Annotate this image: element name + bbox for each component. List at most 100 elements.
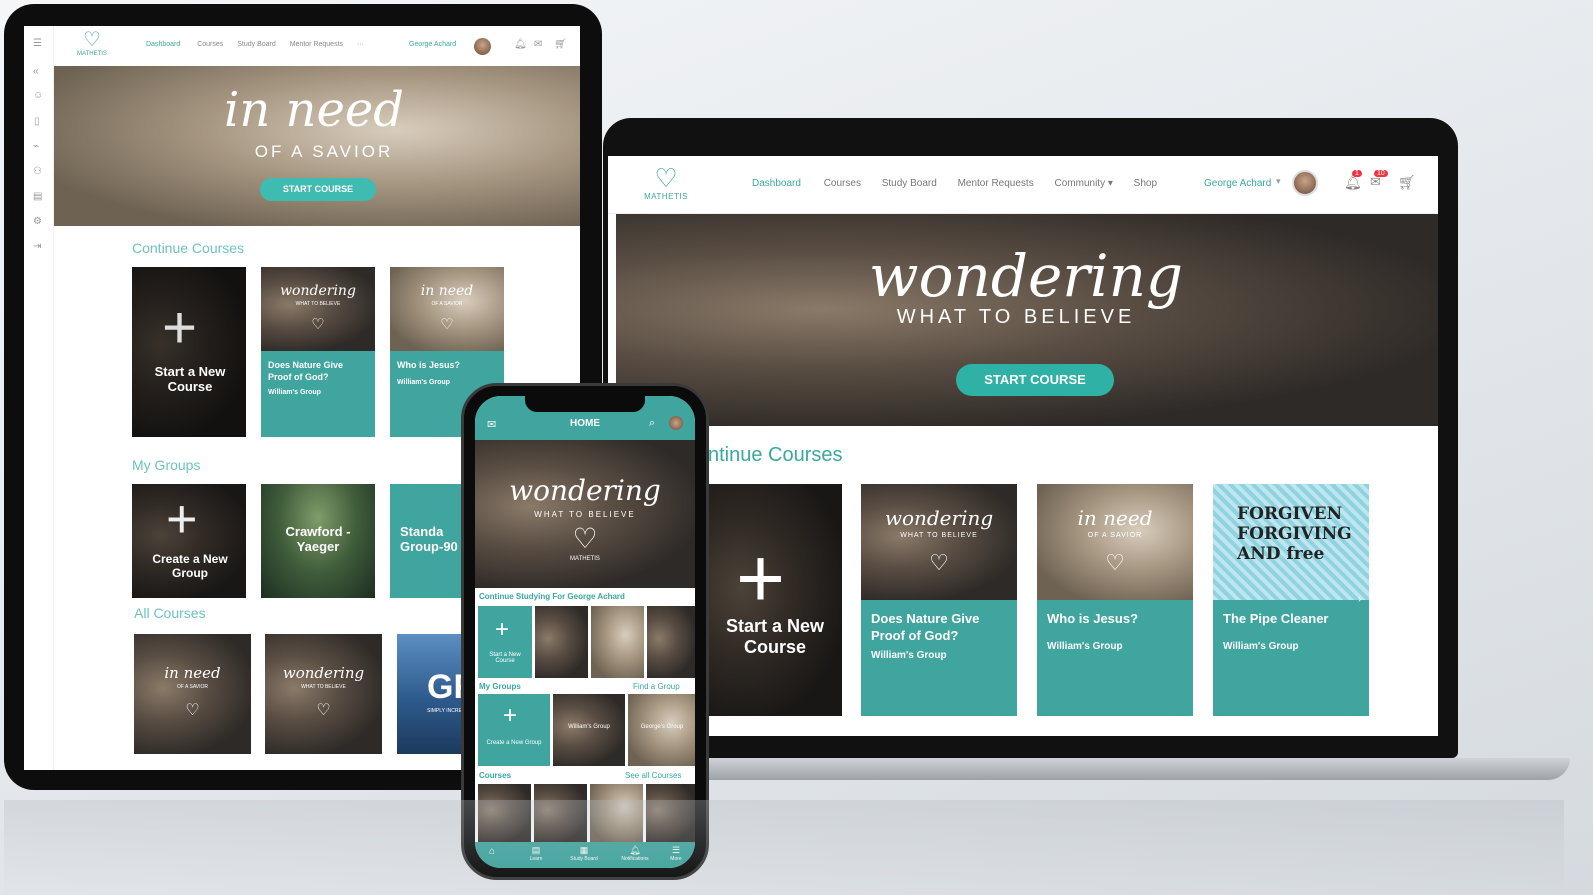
message-icon[interactable]: ✉ <box>534 39 542 50</box>
link-icon[interactable]: ⌁ <box>33 141 39 152</box>
nav-mentor-requests[interactable]: Mentor Requests <box>290 41 343 48</box>
menu-icon[interactable]: ☰ <box>33 38 42 49</box>
course-thumbnail[interactable]: in need OF A SAVIOR ♡ <box>134 634 251 754</box>
cart-icon[interactable]: 🛒︎ <box>554 39 567 50</box>
mathetis-logo[interactable]: ♡ MATHETIS <box>642 164 690 201</box>
course-thumbnail: FORGIVEN FORGIVING AND free <box>1213 484 1369 600</box>
start-course-button[interactable]: START COURSE <box>956 364 1114 396</box>
plus-icon: + <box>166 489 198 549</box>
course-card[interactable]: FORGIVEN FORGIVING AND free The Pipe Cle… <box>1213 484 1369 716</box>
nav-community[interactable]: Community ▾ <box>1055 178 1113 189</box>
book-icon[interactable]: ▤ <box>33 191 42 202</box>
bell-icon[interactable]: 🔔︎ <box>514 39 527 50</box>
course-thumbnail[interactable]: wondering WHAT TO BELIEVE ♡ <box>265 634 382 754</box>
nav-courses[interactable]: Courses <box>197 41 223 48</box>
nav-dashboard[interactable]: Dashboard <box>752 178 801 189</box>
find-group-link[interactable]: Find a Group <box>633 682 680 691</box>
book-icon: ▤ <box>531 845 541 855</box>
see-all-courses-link[interactable]: See all Courses <box>625 771 681 780</box>
hero-banner: wondering WHAT TO BELIEVE START COURSE <box>616 214 1438 426</box>
course-title: Who is Jesus? <box>1047 611 1139 626</box>
nav-dashboard[interactable]: Dashboard <box>146 41 180 48</box>
course-title: Does Nature Give Proof of God? <box>871 611 980 643</box>
cart-icon[interactable]: 🛒︎ <box>1398 174 1416 191</box>
mathetis-logo[interactable]: ♡ MATHETIS <box>72 29 112 57</box>
continue-courses-title: Continue Courses <box>132 240 245 256</box>
laptop-base <box>640 758 1570 780</box>
nav-study-board[interactable]: Study Board <box>882 178 937 189</box>
notch <box>525 396 645 412</box>
course-title: The Pipe Cleaner <box>1223 611 1329 626</box>
bookmark-icon[interactable]: ▯ <box>34 116 40 127</box>
avatar[interactable] <box>474 38 491 55</box>
heart-logo-icon: ♡ <box>83 29 101 51</box>
course-thumbnail[interactable] <box>535 606 588 678</box>
group-icon[interactable]: ⚇ <box>33 166 42 177</box>
heart-logo-icon: ♡ <box>1105 550 1125 575</box>
course-thumbnail[interactable] <box>478 784 531 842</box>
chevron-right-icon[interactable]: › <box>1358 594 1361 605</box>
menu-icon: ☰ <box>671 845 681 855</box>
thumb-sub: OF A SAVIOR <box>1087 532 1143 539</box>
hero-script: wondering <box>868 242 1184 310</box>
nav-shop[interactable]: Shop <box>1134 178 1157 189</box>
heart-logo-icon: ♡ <box>185 702 200 719</box>
thumb-sub: OF A SAVIOR <box>431 301 463 307</box>
course-thumbnail[interactable] <box>647 606 695 678</box>
group-name: William's Group <box>568 724 610 730</box>
hero-title: in need <box>114 82 514 138</box>
course-group: William's Group <box>1047 641 1123 652</box>
home-icon[interactable]: ⌂ <box>489 846 495 857</box>
user-name[interactable]: George Achard <box>1204 178 1271 189</box>
heart-logo-icon: ♡ <box>440 316 454 333</box>
heart-logo-icon: ♡ <box>929 550 949 575</box>
course-thumbnail[interactable] <box>591 606 644 678</box>
course-group: William's Group <box>268 389 321 396</box>
continue-studying-title: Continue Studying For George Achard <box>479 592 625 601</box>
collapse-icon[interactable]: « <box>33 66 39 77</box>
heart-logo-icon: ♡ <box>572 523 598 554</box>
user-name[interactable]: George Achard <box>409 41 456 48</box>
thumb-script: wondering <box>280 283 356 299</box>
group-card[interactable] <box>553 694 625 766</box>
new-group-label: Create a New Group <box>152 552 228 580</box>
hero-script: wondering <box>509 474 661 507</box>
tab-label: More <box>670 856 682 862</box>
tab-label: Study Board <box>570 856 598 862</box>
hero-script: in need <box>224 82 404 138</box>
tab-study-board[interactable]: ▦ Study Board <box>563 845 605 862</box>
course-thumbnail[interactable] <box>646 784 695 842</box>
user-icon[interactable]: ☺ <box>33 90 43 101</box>
logout-icon[interactable]: ⇥ <box>33 241 41 252</box>
message-badge: 10 <box>1374 170 1388 177</box>
course-card[interactable]: wondering WHAT TO BELIEVE ♡ Does Nature … <box>261 267 375 437</box>
new-group-label: Create a New Group <box>486 740 542 746</box>
nav-mentor-requests[interactable]: Mentor Requests <box>958 178 1034 189</box>
tab-notifications[interactable]: 🔔︎ Notifications <box>613 845 657 862</box>
brand-name: MATHETIS <box>644 192 688 201</box>
nav-more[interactable]: ··· <box>357 41 364 48</box>
tab-more[interactable]: ☰ More <box>663 845 689 862</box>
course-card[interactable]: wondering WHAT TO BELIEVE ♡ Does Nature … <box>861 484 1017 716</box>
search-icon[interactable]: ⌕ <box>649 417 655 430</box>
brand-name: MATHETIS <box>77 51 107 57</box>
start-course-button[interactable]: START COURSE <box>260 178 376 201</box>
chevron-down-icon[interactable]: ▾ <box>1276 176 1281 187</box>
course-thumbnail: wondering WHAT TO BELIEVE ♡ <box>861 484 1017 600</box>
avatar[interactable] <box>669 416 683 430</box>
course-thumbnail[interactable] <box>534 784 587 842</box>
phone-screen: ✉ HOME ⌕ wondering WHAT TO BELIEVE ♡ MAT… <box>475 396 695 868</box>
course-card[interactable]: in need OF A SAVIOR ♡ Who is Jesus? Will… <box>1037 484 1193 716</box>
heart-logo-icon: ♡ <box>311 316 325 333</box>
tablet-sidebar <box>24 26 54 770</box>
nav-study-board[interactable]: Study Board <box>237 41 276 48</box>
plus-icon: + <box>503 702 518 729</box>
avatar[interactable] <box>1292 170 1318 196</box>
tab-learn[interactable]: ▤ Learn <box>523 845 549 862</box>
settings-icon[interactable]: ⚙ <box>33 216 42 227</box>
nav-courses[interactable]: Courses <box>824 178 861 189</box>
group-card[interactable] <box>628 694 695 766</box>
phone-hero[interactable]: wondering WHAT TO BELIEVE ♡ MATHETIS <box>475 440 695 588</box>
course-thumbnail[interactable] <box>590 784 643 842</box>
grid-icon: ▦ <box>579 845 589 855</box>
